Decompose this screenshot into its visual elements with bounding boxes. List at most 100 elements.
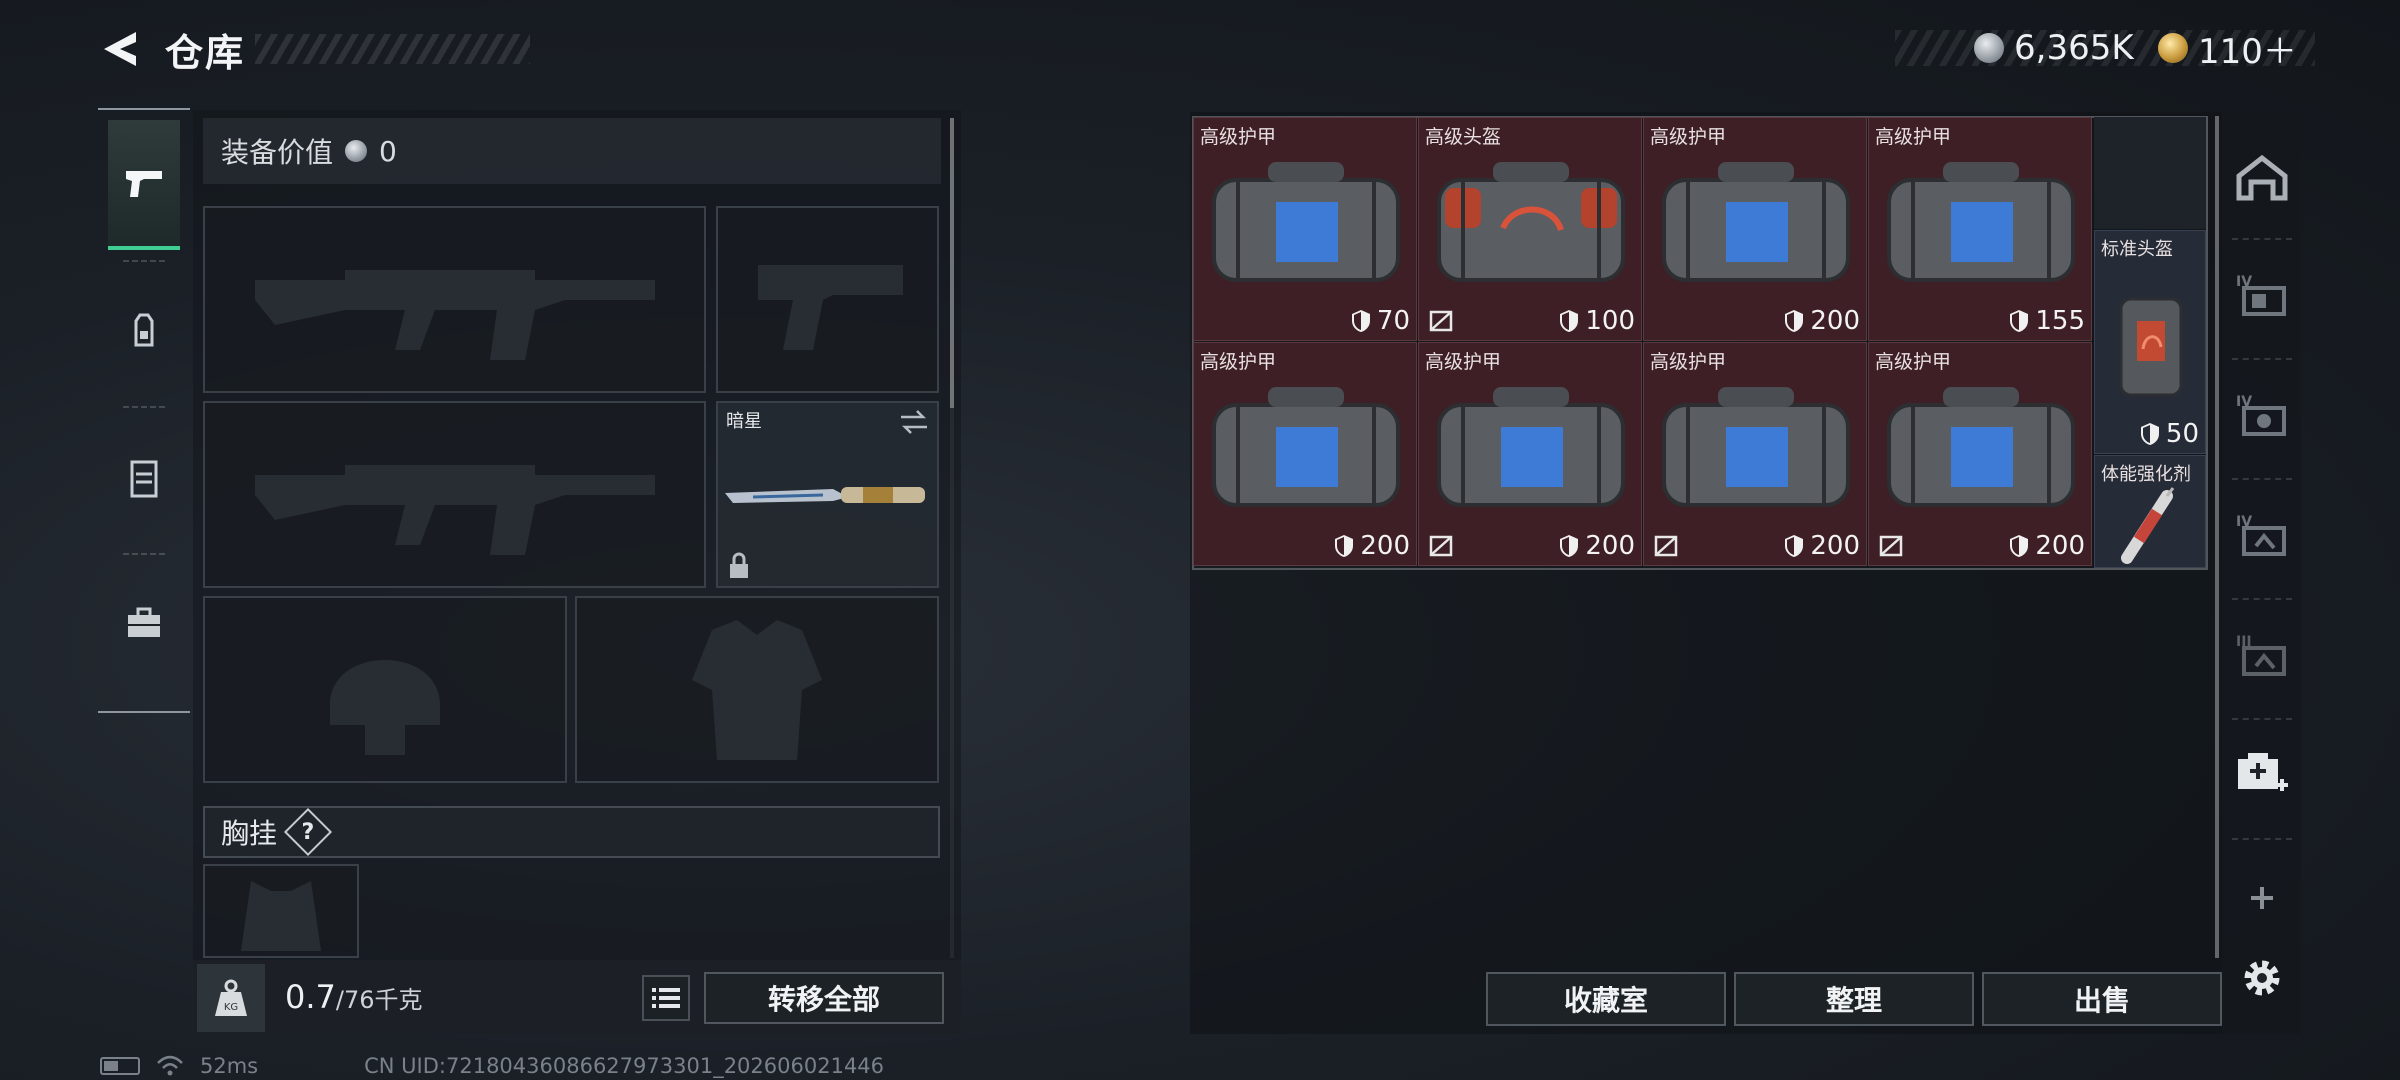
wifi-icon [157,1055,183,1076]
left-scrollbar[interactable] [950,118,954,408]
armor-bag-image [1887,387,2075,507]
swap-icon[interactable] [899,409,929,435]
storage-tab-all[interactable] [2230,146,2294,210]
gold-coin-icon [2158,33,2188,63]
silver-currency: 6,365K [1974,26,2134,70]
durability-shield-icon [1335,535,1354,557]
tab-chest-rig[interactable] [108,413,180,543]
item-name: 高级护甲 [1650,351,1727,373]
weight-readout: 0.7/76千克 [285,978,423,1016]
item-durability: 50 [2165,419,2199,449]
tab-weapons[interactable] [108,120,180,250]
storage-tab-level-3[interactable]: III [2230,622,2294,686]
lock-icon [730,552,748,578]
page-title: 仓库 [165,31,246,75]
storage-item[interactable]: 高级头盔 100 [1418,117,1642,341]
add-storage-box-button[interactable] [2230,742,2294,806]
gold-currency[interactable]: 110＋ [2158,26,2297,72]
storage-tab-level-4-a[interactable]: IV [2230,262,2294,326]
storage-tab-level-4-b[interactable]: IV [2230,382,2294,446]
helmet-bag-image [1437,162,1625,282]
help-icon: ? [301,819,315,845]
tab-backpack[interactable] [108,266,180,396]
item-name: 高级护甲 [1875,351,1952,373]
helmet-silhouette-icon [330,659,440,755]
weight-icon-box: KG [197,964,265,1032]
equipment-value: 0 [379,134,397,168]
list-view-button[interactable] [642,975,690,1021]
armor-bag-image [1662,162,1850,282]
item-name: 高级护甲 [1200,126,1277,148]
chest-rig-slot[interactable] [203,864,359,958]
durability-shield-icon [1785,535,1804,557]
item-name: 高级护甲 [1650,126,1727,148]
item-name: 高级护甲 [1875,126,1952,148]
item-name: 高级头盔 [1425,126,1502,148]
chest-rig-silhouette-icon [241,881,321,951]
sell-button[interactable]: 出售 [1982,972,2222,1026]
item-name: 高级护甲 [1425,351,1502,373]
body-armor-slot[interactable] [575,596,939,783]
chest-rig-header: 胸挂 ? [203,806,940,858]
durability-shield-icon [1351,310,1370,332]
no-repair-icon [1429,310,1453,332]
list-icon [652,988,680,1008]
item-durability: 200 [1585,531,1635,561]
no-repair-icon [1654,535,1678,557]
storage-item[interactable]: 高级护甲 70 [1193,117,1417,341]
vest-icon [130,460,158,498]
helmet-slot[interactable] [203,596,567,783]
storage-item[interactable]: 体能强化剂 [2094,455,2206,568]
weight-max: /76千克 [335,986,423,1014]
storage-tab-level-4-c[interactable]: IV [2230,502,2294,566]
storage-item[interactable]: 标准头盔 50 [2094,230,2206,454]
silver-amount: 6,365K [2014,28,2134,68]
level-4-box-icon: IV [2236,514,2286,556]
armor-bag-image [1212,162,1400,282]
secondary-rifle-slot[interactable] [203,401,706,588]
melee-item-name: 暗星 [726,411,762,432]
storage-item[interactable]: 高级护甲 200 [1868,342,2092,566]
armor-bag-image [1887,162,2075,282]
collection-room-button[interactable]: 收藏室 [1486,972,1726,1026]
secondary-weapon-slot[interactable] [716,206,939,393]
uid-text: CN UID:72180436086627973301_202606021446 [364,1054,885,1078]
item-durability: 200 [1810,531,1860,561]
back-button[interactable] [100,28,142,70]
storage-item[interactable]: 高级护甲 200 [1418,342,1642,566]
armor-silhouette-icon [692,619,822,760]
settings-button[interactable] [2230,946,2294,1010]
melee-slot[interactable]: 暗星 [716,401,939,588]
weight-current: 0.7 [285,978,336,1016]
item-durability: 200 [1810,306,1860,336]
help-button[interactable]: ? [283,807,333,857]
item-name: 标准头盔 [2101,239,2173,260]
pistol-icon [126,171,162,197]
empty-grid-cell[interactable] [2094,117,2206,229]
organize-button[interactable]: 整理 [1734,972,1974,1026]
no-repair-icon [1879,535,1903,557]
no-repair-icon [1429,535,1453,557]
storage-item[interactable]: 高级护甲 200 [1193,342,1417,566]
rifle-silhouette-icon [254,269,655,360]
tab-case[interactable] [108,558,180,688]
item-durability: 100 [1585,306,1635,336]
status-bar: 52ms CN UID:72180436086627973301_2026060… [100,1054,884,1078]
add-tab-button[interactable] [2230,866,2294,930]
level-4-box-icon: IV [2236,274,2286,316]
level-4-box-icon: IV [2236,394,2286,436]
durability-shield-icon [1785,310,1804,332]
primary-weapon-slot[interactable] [203,206,706,393]
durability-shield-icon [2010,310,2029,332]
storage-scrollbar[interactable] [2215,116,2219,958]
storage-item[interactable]: 高级护甲 200 [1643,342,1867,566]
durability-shield-icon [1560,535,1579,557]
storage-item[interactable]: 高级护甲 155 [1868,117,2092,341]
rifle-silhouette-icon [254,464,655,555]
svg-text:KG: KG [224,1002,238,1013]
briefcase-icon [128,607,160,637]
storage-item[interactable]: 高级护甲 200 [1643,117,1867,341]
silver-coin-icon [345,140,368,162]
silver-coin-icon [1974,33,2004,63]
transfer-all-button[interactable]: 转移全部 [704,972,944,1024]
